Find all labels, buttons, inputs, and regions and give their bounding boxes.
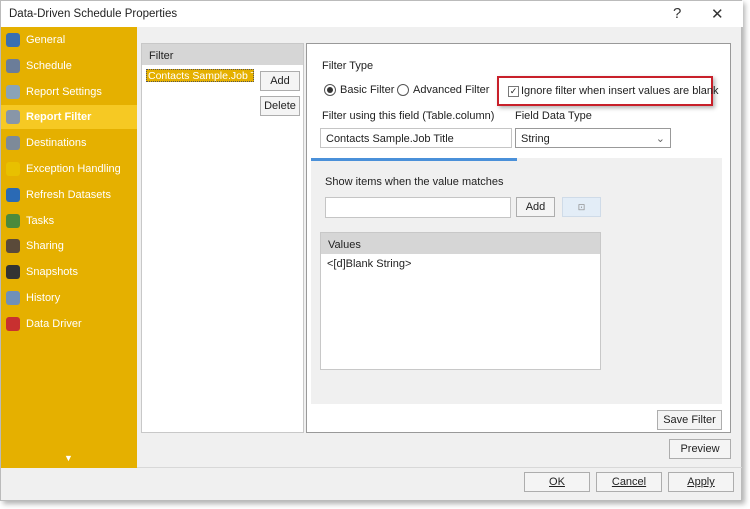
- values-area: Show items when the value matches Add ⊡ …: [311, 158, 722, 404]
- add-filter-button[interactable]: Add: [260, 71, 300, 91]
- database-filter-icon: [6, 110, 20, 125]
- sidebar-item-label: History: [26, 292, 61, 304]
- sidebar-item-refresh-datasets[interactable]: Refresh Datasets: [1, 183, 137, 207]
- data-driver-icon: [6, 316, 20, 331]
- sidebar-item-label: Schedule: [26, 59, 72, 72]
- sidebar-item-sharing[interactable]: Sharing: [1, 234, 137, 258]
- checkmark-icon: ✓: [508, 85, 519, 97]
- sidebar-item-report-settings[interactable]: Report Settings: [1, 80, 137, 104]
- radio-selected-icon: [324, 84, 336, 97]
- sidebar-item-data-driver[interactable]: Data Driver: [1, 312, 137, 336]
- ignore-blank-highlight: ✓ Ignore filter when insert values are bl…: [497, 76, 719, 106]
- advanced-filter-radio[interactable]: Advanced Filter: [397, 84, 490, 97]
- refresh-icon: [6, 187, 20, 202]
- basic-filter-label: Basic Filter: [340, 84, 395, 96]
- delete-filter-button[interactable]: Delete: [260, 96, 300, 116]
- sidebar-item-label: Tasks: [26, 214, 55, 227]
- warning-icon: [6, 162, 20, 176]
- sidebar-item-label: Data Driver: [26, 317, 82, 330]
- history-icon: [6, 291, 20, 305]
- tasks-icon: [6, 213, 20, 228]
- chevron-down-icon: ⌄: [655, 133, 665, 145]
- advanced-filter-label: Advanced Filter: [413, 84, 490, 96]
- help-button[interactable]: ?: [673, 5, 681, 22]
- sidebar-item-report-filter[interactable]: Report Filter: [1, 105, 137, 130]
- sidebar-item-label: Exception Handling: [26, 163, 121, 175]
- footer-divider: [137, 467, 742, 468]
- sidebar-item-schedule[interactable]: Schedule: [1, 54, 137, 78]
- values-list: Values <[d]Blank String>: [320, 232, 601, 370]
- filter-list-header: Filter: [142, 44, 303, 65]
- window-title: Data-Driven Schedule Properties: [9, 8, 178, 20]
- filter-settings-panel: Filter Type Basic Filter Advanced Filter…: [306, 43, 731, 433]
- sidebar-item-destinations[interactable]: Destinations: [1, 131, 137, 155]
- report-icon: [6, 84, 20, 99]
- sidebar-item-label: Report Filter: [26, 111, 92, 124]
- sidebar-item-general[interactable]: General: [1, 28, 137, 52]
- field-label: Filter using this field (Table.column): [322, 110, 495, 122]
- field-input[interactable]: Contacts Sample.Job Title: [320, 128, 512, 148]
- apply-button[interactable]: Apply: [668, 472, 734, 492]
- sidebar-item-label: Refresh Datasets: [26, 188, 111, 201]
- sidebar-item-label: Snapshots: [26, 266, 78, 279]
- sidebar-item-snapshots[interactable]: Snapshots: [1, 260, 137, 284]
- filter-list-panel: Filter Contacts Sample.Job Ti... Add Del…: [141, 43, 304, 433]
- title-bar: Data-Driven Schedule Properties ? ✕: [1, 1, 743, 27]
- preview-button[interactable]: Preview: [669, 439, 731, 459]
- sidebar: ▼ General Schedule Report Settings Report F…: [1, 27, 137, 468]
- basic-filter-radio[interactable]: Basic Filter: [324, 84, 395, 97]
- save-filter-button[interactable]: Save Filter: [657, 410, 722, 430]
- sharing-icon: [6, 239, 20, 254]
- radio-empty-icon: [397, 84, 409, 97]
- ok-button[interactable]: OK: [524, 472, 590, 492]
- sidebar-item-history[interactable]: History: [1, 286, 137, 310]
- datatype-select[interactable]: String ⌄: [515, 128, 671, 148]
- datatype-label: Field Data Type: [515, 110, 592, 122]
- filter-list-item[interactable]: Contacts Sample.Job Ti...: [146, 69, 254, 82]
- destinations-icon: [6, 136, 20, 151]
- sidebar-item-label: Sharing: [26, 240, 64, 253]
- cancel-button[interactable]: Cancel: [596, 472, 662, 492]
- sidebar-item-label: Report Settings: [26, 85, 102, 98]
- values-header: Values: [321, 233, 600, 254]
- sidebar-item-label: Destinations: [26, 137, 87, 150]
- camera-icon: [6, 265, 20, 280]
- ignore-blank-label: Ignore filter when insert values are bla…: [521, 85, 719, 97]
- clock-icon: [6, 58, 20, 73]
- add-value-button[interactable]: Add: [516, 197, 555, 217]
- sidebar-item-tasks[interactable]: Tasks: [1, 209, 137, 233]
- info-icon: [6, 33, 20, 47]
- ignore-blank-checkbox[interactable]: ✓ Ignore filter when insert values are bl…: [508, 85, 719, 97]
- values-list-item[interactable]: <[d]Blank String>: [321, 254, 600, 274]
- match-label: Show items when the value matches: [325, 176, 504, 188]
- sidebar-item-label: General: [26, 34, 66, 46]
- scroll-down-icon[interactable]: ▼: [64, 453, 73, 463]
- sidebar-item-exception-handling[interactable]: Exception Handling: [1, 157, 137, 181]
- tab-indicator: [311, 158, 517, 161]
- close-button[interactable]: ✕: [711, 5, 724, 23]
- match-input[interactable]: [325, 197, 511, 218]
- datatype-value: String: [521, 133, 550, 145]
- filter-type-label: Filter Type: [322, 60, 374, 72]
- insert-value-icon[interactable]: ⊡: [562, 197, 601, 217]
- dialog-window: Data-Driven Schedule Properties ? ✕ ▼ Ge…: [0, 0, 743, 501]
